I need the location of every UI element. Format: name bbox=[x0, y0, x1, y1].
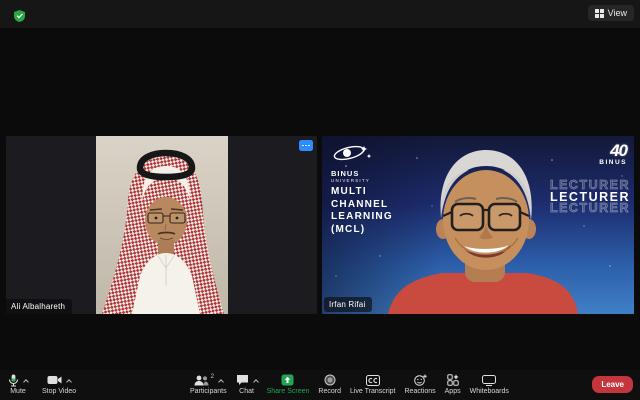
anniversary-number: 40 bbox=[599, 141, 627, 161]
mcl-line: CHANNEL bbox=[331, 199, 393, 212]
participant-name-tag: Irfan Rifai bbox=[324, 297, 372, 312]
participant-video-ali bbox=[96, 136, 228, 314]
mcl-line: MULTI bbox=[331, 186, 393, 199]
meeting-toolbar: Mute Stop Video bbox=[0, 370, 640, 400]
role-ghost-bottom: LECTURER bbox=[550, 203, 630, 215]
binus-logo-subtitle: UNIVERSITY bbox=[331, 178, 391, 183]
participants-icon bbox=[194, 375, 209, 386]
participants-label: Participants bbox=[190, 388, 227, 395]
mcl-headline: MULTI CHANNEL LEARNING (MCL) bbox=[331, 186, 393, 236]
camera-icon bbox=[47, 375, 62, 385]
binus-logo-title: BINUS bbox=[331, 169, 391, 178]
share-screen-icon bbox=[281, 374, 294, 386]
live-transcript-label: Live Transcript bbox=[350, 388, 396, 395]
apps-label: Apps bbox=[445, 388, 461, 395]
stop-video-button[interactable]: Stop Video bbox=[42, 373, 76, 395]
microphone-icon bbox=[8, 374, 19, 387]
view-button[interactable]: View bbox=[588, 5, 634, 21]
binus-university-logo: BINUS UNIVERSITY bbox=[331, 143, 391, 183]
apps-icon bbox=[447, 374, 459, 386]
share-screen-button[interactable]: Share Screen bbox=[267, 373, 310, 395]
dot bbox=[308, 145, 310, 147]
participants-options-chevron[interactable] bbox=[218, 379, 224, 385]
video-stage: Ali Albalhareth bbox=[0, 28, 640, 370]
participants-count: 2 bbox=[211, 374, 214, 380]
live-transcript-button[interactable]: Live Transcript bbox=[350, 373, 396, 395]
chat-bubble-icon bbox=[236, 374, 249, 386]
whiteboards-label: Whiteboards bbox=[470, 388, 509, 395]
video-options-chevron[interactable] bbox=[66, 379, 72, 385]
anniversary-label: BINUS bbox=[599, 159, 627, 166]
record-button[interactable]: Record bbox=[318, 373, 341, 395]
closed-captions-icon bbox=[366, 375, 380, 386]
record-label: Record bbox=[318, 388, 341, 395]
mute-label: Mute bbox=[10, 388, 26, 395]
smiley-reactions-icon bbox=[414, 374, 427, 386]
lecturer-text-stack: LECTURER LECTURER LECTURER bbox=[550, 180, 630, 215]
participant-name-tag: Ali Albalhareth bbox=[6, 299, 72, 314]
mcl-line: (MCL) bbox=[331, 224, 393, 237]
dot bbox=[305, 145, 307, 147]
reactions-button[interactable]: Reactions bbox=[405, 373, 436, 395]
whiteboards-button[interactable]: Whiteboards bbox=[470, 373, 509, 395]
meeting-topbar: View bbox=[0, 0, 640, 28]
toolbar-center-group: 2 Participants Chat bbox=[190, 373, 509, 395]
mcl-line: LEARNING bbox=[331, 211, 393, 224]
whiteboard-icon bbox=[482, 375, 496, 386]
chat-label: Chat bbox=[239, 388, 254, 395]
zoom-meeting-window: View bbox=[0, 0, 640, 400]
grid-view-icon bbox=[595, 9, 604, 18]
record-icon bbox=[324, 374, 336, 386]
binus-40-anniversary-logo: 40 BINUS bbox=[599, 141, 627, 166]
binus-eye-icon bbox=[331, 143, 373, 163]
view-label: View bbox=[608, 8, 627, 18]
reactions-label: Reactions bbox=[405, 388, 436, 395]
participant-tile-irfan[interactable]: BINUS UNIVERSITY MULTI CHANNEL LEARNING … bbox=[322, 136, 634, 314]
stop-video-label: Stop Video bbox=[42, 388, 76, 395]
encryption-shield-icon[interactable] bbox=[14, 10, 25, 22]
leave-button[interactable]: Leave bbox=[592, 376, 633, 393]
mute-options-chevron[interactable] bbox=[23, 379, 29, 385]
participant-tile-ali[interactable]: Ali Albalhareth bbox=[6, 136, 317, 314]
mute-button[interactable]: Mute bbox=[8, 373, 28, 395]
chat-options-chevron[interactable] bbox=[253, 379, 259, 385]
share-screen-label: Share Screen bbox=[267, 388, 310, 395]
chat-button[interactable]: Chat bbox=[236, 373, 258, 395]
dot bbox=[302, 145, 304, 147]
tile-more-options-button[interactable] bbox=[299, 140, 313, 151]
apps-button[interactable]: Apps bbox=[445, 373, 461, 395]
participants-button[interactable]: 2 Participants bbox=[190, 373, 227, 395]
toolbar-left-group: Mute Stop Video bbox=[8, 373, 76, 395]
